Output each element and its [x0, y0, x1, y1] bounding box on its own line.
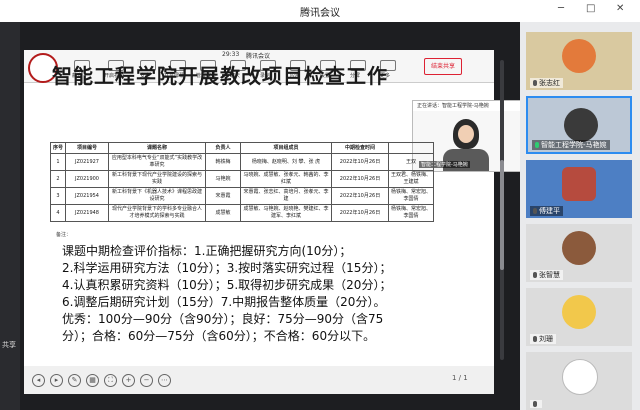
table-cell: JZ021948	[65, 204, 109, 222]
participant-name: 智能工程学院-马艳婉	[532, 140, 610, 150]
avatar	[562, 167, 596, 201]
slide-title: 智能工程学院开展教改项目检查工作	[52, 64, 388, 88]
window-title: 腾讯会议	[300, 8, 340, 19]
table-note: 备注：	[56, 232, 72, 238]
scrollbar-thumb[interactable]	[500, 160, 504, 270]
minimize-icon[interactable]: ─	[558, 3, 564, 14]
left-strip-tag: 共享	[2, 341, 16, 349]
speaker-face	[458, 125, 474, 143]
participant-tile[interactable]: 张智慧	[526, 224, 632, 282]
table-row: 3 JZ021954 新工科背景下《机器人技术》课程思政建设研究 宋惠霞 宋惠霞…	[50, 187, 434, 205]
next-icon[interactable]: ▸	[50, 374, 63, 387]
participant-name	[530, 400, 542, 408]
mic-muted-icon	[533, 272, 537, 278]
table-cell: 1	[50, 153, 66, 171]
mic-muted-icon	[533, 208, 537, 214]
criteria-line: 优秀：100分—90分（含90分）；良好：75分—90分（含75	[62, 312, 384, 326]
participant-tile[interactable]	[526, 352, 632, 410]
pen-icon[interactable]: ✎	[68, 374, 81, 387]
table-header: 序号	[50, 142, 66, 154]
table-cell: JZ021954	[65, 187, 109, 205]
table-header: 项目组成员	[240, 142, 332, 154]
table-cell: 3	[50, 187, 66, 205]
participant-name: 张智慧	[530, 270, 563, 280]
grid-icon[interactable]: ▦	[86, 374, 99, 387]
table-cell: JZ021900	[65, 170, 109, 188]
slide-controls: ◂ ▸ ✎ ▦ ⛶ + − ⋯ 1 / 1	[24, 366, 494, 394]
table-cell: 2	[50, 170, 66, 188]
mic-muted-icon	[533, 336, 537, 342]
table-cell: 马晓婉、成慧敏、张孝元、韩茜的、李红斌	[240, 170, 332, 188]
table-cell: 宋惠霞、张志红、高培月、张孝元、李 建	[240, 187, 332, 205]
participant-tile-active[interactable]: 智能工程学院-马艳婉	[526, 96, 632, 154]
meeting-time: 29:33	[222, 51, 240, 58]
table-cell: JZ021927	[65, 153, 109, 171]
avatar	[562, 231, 596, 265]
table-header: 课题名称	[108, 142, 206, 154]
close-icon[interactable]: ✕	[616, 3, 624, 14]
zoom-in-icon[interactable]: +	[122, 374, 135, 387]
window-titlebar: 腾讯会议 ─ □ ✕	[0, 0, 640, 23]
fullscreen-icon[interactable]: ⛶	[104, 374, 117, 387]
meeting-label: 腾讯会议	[246, 53, 271, 60]
table-cell: 杨铁梅、常宏旭、李国倩	[388, 187, 434, 205]
mic-muted-icon	[533, 80, 537, 86]
end-share-button[interactable]: 结束共享	[424, 58, 462, 75]
table-row: 1 JZ021927 应用型本科电气专业“双能式”实践教学改革研究 韩铁梅 杨晓…	[50, 153, 434, 171]
left-strip: 共享	[0, 22, 20, 410]
table-cell: 杨铁梅、常宏旭、李国倩	[388, 204, 434, 222]
project-table: 序号 项目编号 课题名称 负责人 项目组成员 中期检查时间 1 JZ021927…	[50, 142, 434, 222]
evaluation-criteria: 课题中期检查评价指标：1.正确把握研究方向(10分）； 2.科学运用研究方法（10…	[62, 243, 492, 345]
table-cell: 2022年10月26日	[331, 170, 389, 188]
table-cell: 韩铁梅	[205, 153, 241, 171]
table-header-row: 序号 项目编号 课题名称 负责人 项目组成员 中期检查时间	[50, 142, 434, 154]
page-indicator: 1 / 1	[452, 374, 468, 382]
speaker-header: 正在讲话：智能工程学院-马艳婉	[413, 101, 521, 111]
participant-name: 刘珊	[530, 334, 556, 344]
table-cell: 王双	[388, 153, 434, 171]
table-row: 4 JZ021948 现代产业学院背景下的学科多专业融合人才培养模式的探索与实践…	[50, 204, 434, 222]
table-cell: 现代产业学院背景下的学科多专业融合人才培养模式的探索与实践	[108, 204, 206, 222]
zoom-out-icon[interactable]: −	[140, 374, 153, 387]
table-header: 项目编号	[65, 142, 109, 154]
table-cell: 2022年10月26日	[331, 204, 389, 222]
avatar	[564, 108, 598, 142]
criteria-line: 课题中期检查评价指标：1.正确把握研究方向(10分）；	[62, 244, 352, 258]
participant-tile[interactable]: 傅建平	[526, 160, 632, 218]
table-header	[388, 142, 434, 154]
avatar	[562, 295, 596, 329]
prev-icon[interactable]: ◂	[32, 374, 45, 387]
criteria-line: 4.认真积累研究资料（10分）；5.取得初步研究成果（20分）；	[62, 278, 392, 292]
participant-name: 傅建平	[530, 206, 563, 216]
avatar	[562, 39, 596, 73]
participant-tile[interactable]: 刘珊	[526, 288, 632, 346]
more-options-icon[interactable]: ⋯	[158, 374, 171, 387]
table-cell: 新工科背景下现代产业学院建设的探索与实践	[108, 170, 206, 188]
table-cell: 宋惠霞	[205, 187, 241, 205]
participant-name: 张志红	[530, 78, 563, 88]
table-cell: 应用型本科电气专业“双能式”实践教学改革研究	[108, 153, 206, 171]
table-cell: 马艳婉	[205, 170, 241, 188]
criteria-line: 6.调整后期研究计划（15分）7.中期报告整体质量（20分）。	[62, 295, 386, 309]
table-cell: 新工科背景下《机器人技术》课程思政建设研究	[108, 187, 206, 205]
table-header: 中期检查时间	[331, 142, 389, 154]
maximize-icon[interactable]: □	[586, 3, 595, 14]
table-cell: 2022年10月26日	[331, 153, 389, 171]
participant-tile[interactable]: 张志红	[526, 32, 632, 90]
mic-on-icon	[535, 142, 539, 148]
mic-muted-icon	[533, 401, 537, 407]
table-cell: 王双君、杨铁梅、王建斌	[388, 170, 434, 188]
criteria-line: 2.科学运用研究方法（10分）；3.按时落实研究过程（15分）；	[62, 261, 392, 275]
table-row: 2 JZ021900 新工科背景下现代产业学院建设的探索与实践 马艳婉 马晓婉、…	[50, 170, 434, 188]
table-cell: 4	[50, 204, 66, 222]
table-cell: 杨晓梅、赵晓明、刘 攀、张 虎	[240, 153, 332, 171]
table-cell: 成慧敏	[205, 204, 241, 222]
table-cell: 2022年10月26日	[331, 187, 389, 205]
avatar	[562, 359, 598, 395]
criteria-line: 分）；合格：60分—75分（含60分）；不合格：60分以下。	[62, 329, 376, 343]
table-header: 负责人	[205, 142, 241, 154]
table-cell: 成慧敏、马艳婉、赵晓艳、樊建红、李建军、李红斌	[240, 204, 332, 222]
